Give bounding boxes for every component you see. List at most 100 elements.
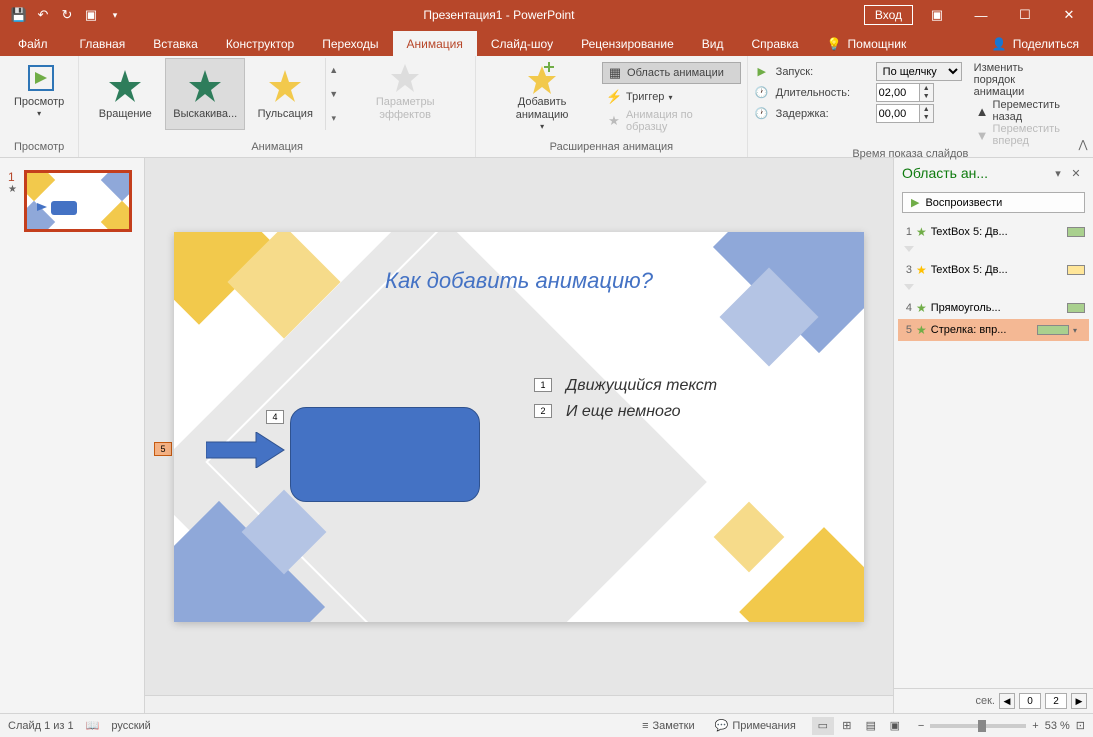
tab-view[interactable]: Вид (688, 31, 738, 56)
dropdown-icon: ▾ (540, 122, 544, 132)
spin-down-button[interactable]: ▼ (920, 93, 933, 102)
zoom-slider[interactable] (930, 724, 1026, 728)
pane-title: Область ан... (902, 165, 1049, 181)
animation-item[interactable]: 4 ★ Прямоуголь... (898, 297, 1089, 319)
slide-text-1[interactable]: Движущийся текст (566, 377, 717, 395)
sequence-separator[interactable] (898, 243, 1089, 259)
gallery-label: Пульсация (258, 108, 313, 120)
ribbon-display-options-button[interactable]: ▣ (917, 1, 957, 29)
view-buttons: ▭ ⊞ ▤ ▣ (812, 717, 906, 735)
animation-tag-5[interactable]: 5 (154, 442, 172, 456)
share-button[interactable]: 👤 Поделиться (978, 31, 1093, 56)
comments-button[interactable]: 💬 Примечания (711, 717, 800, 734)
normal-view-button[interactable]: ▭ (812, 717, 834, 735)
fit-to-window-button[interactable]: ⊡ (1076, 719, 1085, 732)
slide-canvas[interactable]: Как добавить анимацию? 1 Движущийся текс… (174, 232, 864, 622)
signin-button[interactable]: Вход (864, 5, 913, 25)
rectangle-shape[interactable] (290, 407, 480, 502)
item-number: 3 (902, 264, 912, 276)
tab-review[interactable]: Рецензирование (567, 31, 688, 56)
play-icon: ▶ (754, 64, 770, 80)
slide-sorter-button[interactable]: ⊞ (836, 717, 858, 735)
spell-check-icon[interactable]: 📖 (86, 719, 100, 732)
duration-bar (1067, 303, 1085, 313)
gallery-up-button[interactable]: ▲ (326, 58, 341, 82)
delay-input[interactable] (876, 104, 920, 123)
animation-item[interactable]: 3 ★ TextBox 5: Дв... (898, 259, 1089, 281)
tab-insert[interactable]: Вставка (139, 31, 212, 56)
pane-close-button[interactable]: ✕ (1067, 164, 1085, 182)
move-earlier-button[interactable]: ▲ Переместить назад (974, 100, 1067, 122)
slide-text-2[interactable]: И еще немного (566, 403, 681, 421)
trigger-icon: ⚡ (606, 89, 622, 105)
animation-bounce[interactable]: Выскакива... (165, 58, 245, 130)
tab-design[interactable]: Конструктор (212, 31, 308, 56)
trigger-button[interactable]: ⚡ Триггер ▾ (602, 86, 741, 108)
clock-icon: 🕐 (754, 106, 770, 122)
add-animation-button[interactable]: Добавить анимацию ▾ (482, 58, 602, 136)
spin-down-button[interactable]: ▼ (920, 114, 933, 123)
animation-pulse[interactable]: Пульсация (245, 58, 325, 130)
sequence-separator[interactable] (898, 281, 1089, 297)
timeline-next-button[interactable]: ▶ (1071, 693, 1087, 709)
spin-up-button[interactable]: ▲ (920, 105, 933, 114)
animation-item[interactable]: 1 ★ TextBox 5: Дв... (898, 221, 1089, 243)
play-all-button[interactable]: ▶ Воспроизвести (902, 192, 1085, 213)
maximize-button[interactable]: ☐ (1005, 1, 1045, 29)
horizontal-scrollbar[interactable] (145, 695, 893, 713)
tab-home[interactable]: Главная (66, 31, 140, 56)
animation-tag-2[interactable]: 2 (534, 404, 552, 418)
arrow-shape[interactable] (206, 432, 286, 468)
item-number: 5 (902, 324, 912, 336)
tab-transitions[interactable]: Переходы (308, 31, 392, 56)
animation-rotate[interactable]: Вращение (85, 58, 165, 130)
zoom-out-button[interactable]: − (918, 720, 924, 732)
reading-view-button[interactable]: ▤ (860, 717, 882, 735)
tab-tell-me[interactable]: 💡 Помощник (813, 31, 921, 56)
slide-counter[interactable]: Слайд 1 из 1 (8, 720, 74, 732)
tab-file[interactable]: Файл (0, 31, 66, 56)
item-name: Стрелка: впр... (931, 324, 1033, 336)
chevron-up-icon: ⋀ (1079, 138, 1088, 151)
share-label: Поделиться (1013, 37, 1079, 51)
dropdown-icon: ▾ (668, 93, 672, 102)
qat-customize-button[interactable]: ▾ (104, 4, 126, 26)
timeline-prev-button[interactable]: ◀ (999, 693, 1015, 709)
pane-options-button[interactable]: ▾ (1049, 164, 1067, 182)
start-select[interactable]: По щелчку (876, 62, 962, 81)
gallery-down-button[interactable]: ▼ (326, 82, 341, 106)
notes-icon: ≡ (642, 720, 648, 732)
slideshow-button[interactable]: ▣ (884, 717, 906, 735)
slide-thumbnail[interactable] (24, 170, 132, 232)
close-button[interactable]: ✕ (1049, 1, 1089, 29)
tab-animation[interactable]: Анимация (393, 31, 477, 56)
animation-pane-button[interactable]: ▦ Область анимации (602, 62, 741, 84)
zoom-level[interactable]: 53 % (1045, 720, 1070, 732)
animation-item[interactable]: 5 ★ Стрелка: впр... ▾ (898, 319, 1089, 341)
thumbnail-number: 1 (8, 170, 20, 184)
tab-help[interactable]: Справка (737, 31, 812, 56)
zoom-in-button[interactable]: + (1032, 720, 1038, 732)
share-icon: 👤 (992, 37, 1007, 51)
save-button[interactable]: 💾 (8, 4, 30, 26)
item-dropdown-button[interactable]: ▾ (1073, 326, 1085, 335)
language-indicator[interactable]: русский (111, 720, 150, 732)
notes-button[interactable]: ≡ Заметки (638, 718, 699, 734)
minimize-button[interactable]: — (961, 1, 1001, 29)
slide-title-text[interactable]: Как добавить анимацию? (174, 268, 864, 294)
animation-tag-4[interactable]: 4 (266, 410, 284, 424)
animation-gallery: Вращение Выскакива... Пульсация ▲ ▼ ▾ (85, 58, 341, 130)
tab-slideshow[interactable]: Слайд-шоу (477, 31, 567, 56)
start-from-beginning-button[interactable]: ▣ (80, 4, 102, 26)
spin-up-button[interactable]: ▲ (920, 84, 933, 93)
undo-button[interactable]: ↶ (32, 4, 54, 26)
ribbon-group-advanced: Добавить анимацию ▾ ▦ Область анимации ⚡… (476, 56, 748, 157)
preview-button[interactable]: Просмотр ▾ (6, 58, 72, 123)
star-icon: ★ (916, 301, 927, 315)
ribbon-group-animation-label: Анимация (85, 139, 469, 157)
duration-input[interactable] (876, 83, 920, 102)
gallery-more-button[interactable]: ▾ (326, 106, 341, 130)
collapse-ribbon-button[interactable]: ⋀ (1073, 56, 1093, 157)
animation-tag-1[interactable]: 1 (534, 378, 552, 392)
redo-button[interactable]: ↻ (56, 4, 78, 26)
